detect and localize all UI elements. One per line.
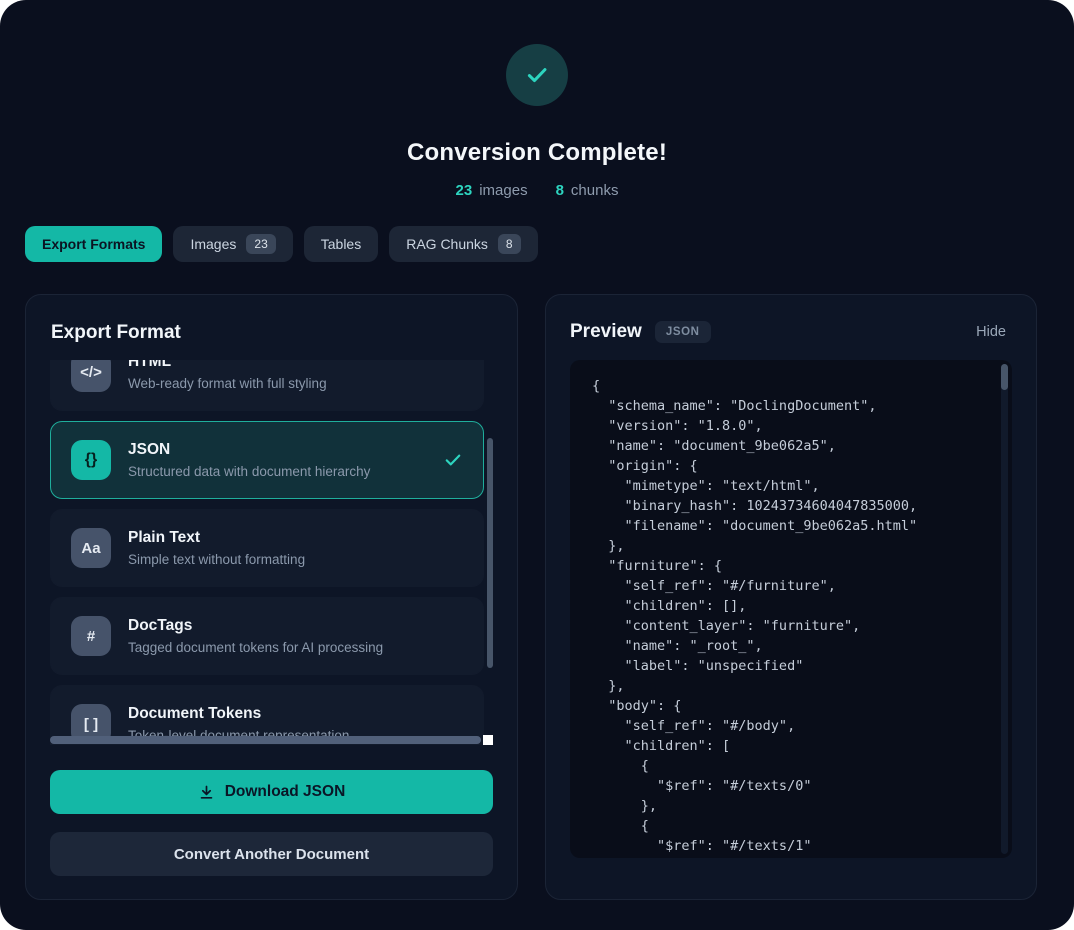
preview-scrollbar-thumb[interactable] xyxy=(1001,364,1008,390)
format-item-text: DocTags Tagged document tokens for AI pr… xyxy=(128,617,383,655)
preview-title: Preview xyxy=(570,321,642,343)
horizontal-scrollbar-thumb[interactable] xyxy=(50,736,481,744)
code-icon: </> xyxy=(71,360,111,392)
format-item-description: Web-ready format with full styling xyxy=(128,376,327,391)
images-stat: 23 images xyxy=(456,182,528,199)
export-format-panel: Export Format </> HTML Web-ready format … xyxy=(25,294,518,900)
tab-tables-label: Tables xyxy=(321,236,361,252)
download-json-label: Download JSON xyxy=(225,783,346,801)
images-count: 23 xyxy=(456,182,473,199)
tab-rag-chunks-badge: 8 xyxy=(498,234,521,254)
scrollbar-corner xyxy=(483,735,493,745)
preview-header: Preview JSON Hide xyxy=(570,321,1012,343)
tab-images[interactable]: Images 23 xyxy=(173,226,292,262)
hash-icon: # xyxy=(71,616,111,656)
format-item-title: Plain Text xyxy=(128,529,305,547)
chunks-label: chunks xyxy=(571,182,619,199)
tab-rag-chunks-label: RAG Chunks xyxy=(406,236,488,252)
tab-images-label: Images xyxy=(190,236,236,252)
format-item-text: JSON Structured data with document hiera… xyxy=(128,441,370,479)
page-title: Conversion Complete! xyxy=(0,139,1074,167)
tab-images-badge: 23 xyxy=(246,234,275,254)
images-label: images xyxy=(479,182,527,199)
format-item-text: Plain Text Simple text without formattin… xyxy=(128,529,305,567)
format-item-text: HTML Web-ready format with full styling xyxy=(128,360,327,391)
format-item-title: DocTags xyxy=(128,617,383,635)
format-item-json[interactable]: {} JSON Structured data with document hi… xyxy=(50,421,484,499)
format-item-plain-text[interactable]: Aa Plain Text Simple text without format… xyxy=(50,509,484,587)
format-list-vertical-scrollbar[interactable] xyxy=(487,438,493,668)
convert-another-document-label: Convert Another Document xyxy=(174,846,369,863)
tab-tables[interactable]: Tables xyxy=(304,226,378,262)
content-area: Export Format </> HTML Web-ready format … xyxy=(0,262,1074,900)
conversion-result-window: Conversion Complete! 23 images 8 chunks … xyxy=(0,0,1074,930)
json-preview-code[interactable]: { "schema_name": "DoclingDocument", "ver… xyxy=(570,360,1012,858)
format-item-title: JSON xyxy=(128,441,370,459)
chunks-count: 8 xyxy=(556,182,564,199)
tab-export-formats[interactable]: Export Formats xyxy=(25,226,162,262)
format-item-doctags[interactable]: # DocTags Tagged document tokens for AI … xyxy=(50,597,484,675)
format-list: </> HTML Web-ready format with full styl… xyxy=(50,360,493,745)
format-item-title: HTML xyxy=(128,360,327,371)
format-item-html[interactable]: </> HTML Web-ready format with full styl… xyxy=(50,360,484,411)
format-item-description: Simple text without formatting xyxy=(128,552,305,567)
text-icon: Aa xyxy=(71,528,111,568)
export-format-title: Export Format xyxy=(51,322,493,344)
preview-scrollbar-track[interactable] xyxy=(1001,364,1008,854)
format-item-description: Tagged document tokens for AI processing xyxy=(128,640,383,655)
tab-rag-chunks[interactable]: RAG Chunks 8 xyxy=(389,226,537,262)
format-item-description: Structured data with document hierarchy xyxy=(128,464,370,479)
hero-section: Conversion Complete! 23 images 8 chunks xyxy=(0,0,1074,199)
conversion-stats: 23 images 8 chunks xyxy=(0,182,1074,199)
format-list-horizontal-scrollbar[interactable] xyxy=(50,735,493,745)
format-item-title: Document Tokens xyxy=(128,705,349,723)
success-badge xyxy=(506,44,568,106)
tab-export-formats-label: Export Formats xyxy=(42,236,145,252)
download-icon xyxy=(198,784,215,801)
check-icon xyxy=(523,61,551,89)
format-list-scroll: </> HTML Web-ready format with full styl… xyxy=(50,360,484,745)
convert-another-document-button[interactable]: Convert Another Document xyxy=(50,832,493,876)
preview-panel: Preview JSON Hide { "schema_name": "Docl… xyxy=(545,294,1037,900)
preview-format-badge: JSON xyxy=(655,321,711,343)
braces-icon: {} xyxy=(71,440,111,480)
chunks-stat: 8 chunks xyxy=(556,182,619,199)
json-preview-content: { "schema_name": "DoclingDocument", "ver… xyxy=(592,376,990,858)
download-json-button[interactable]: Download JSON xyxy=(50,770,493,814)
result-tabs: Export Formats Images 23 Tables RAG Chun… xyxy=(25,226,1074,262)
selected-check-icon xyxy=(443,450,463,470)
hide-preview-button[interactable]: Hide xyxy=(970,323,1012,341)
